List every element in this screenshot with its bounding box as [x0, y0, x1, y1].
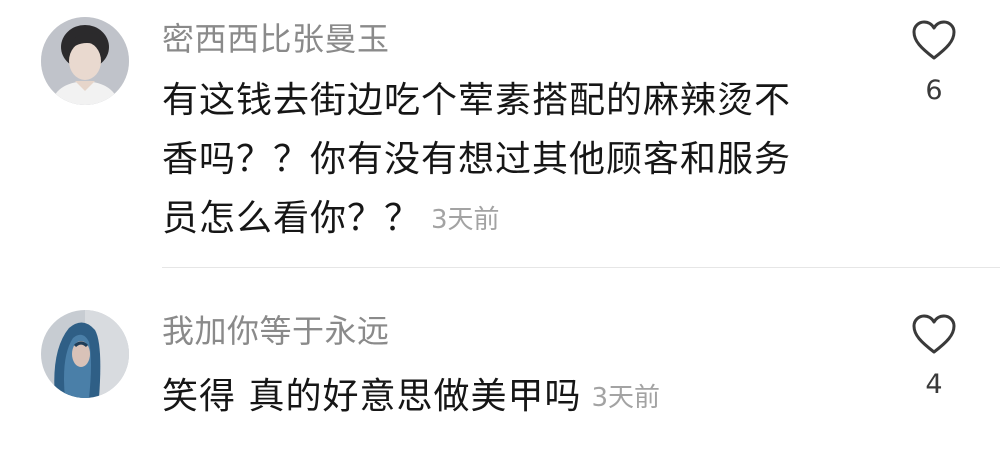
avatar[interactable] — [41, 17, 129, 105]
like-count: 6 — [925, 75, 943, 106]
heart-icon[interactable] — [911, 313, 957, 355]
comment-time: 3天前 — [431, 205, 500, 235]
comment-text-line: 香吗？？你有没有想过其他顾客和服务 — [162, 139, 792, 180]
like-button[interactable]: 6 — [893, 19, 975, 106]
like-count: 4 — [925, 369, 943, 400]
comment-divider — [162, 267, 1000, 268]
comment-text-line: 笑得 真的好意思做美甲吗 3天前 — [162, 367, 660, 428]
avatar[interactable] — [41, 310, 129, 398]
comment-text-segment: 笑得 真的好意思做美甲吗 — [162, 376, 582, 417]
comment-text: 有这钱去街边吃个荤素搭配的麻辣烫不 香吗？？你有没有想过其他顾客和服务 员怎么看… — [162, 71, 791, 250]
comment-username[interactable]: 我加你等于永远 — [162, 311, 390, 351]
comment-text-line: 员怎么看你？？ 3天前 — [162, 189, 791, 250]
avatar-blue-hair-portrait-icon — [41, 310, 129, 398]
avatar-male-portrait-icon — [41, 17, 129, 105]
comment-text: 笑得 真的好意思做美甲吗 3天前 — [162, 367, 660, 428]
comment-text-segment: 员怎么看你？？ — [162, 198, 422, 239]
comment-time: 3天前 — [591, 383, 660, 413]
comment-list: 密西西比张曼玉 有这钱去街边吃个荤素搭配的麻辣烫不 香吗？？你有没有想过其他顾客… — [0, 0, 1000, 451]
heart-icon[interactable] — [911, 19, 957, 61]
comment-username[interactable]: 密西西比张曼玉 — [162, 19, 390, 59]
like-button[interactable]: 4 — [893, 313, 975, 400]
comment-text-line: 有这钱去街边吃个荤素搭配的麻辣烫不 — [162, 80, 792, 121]
